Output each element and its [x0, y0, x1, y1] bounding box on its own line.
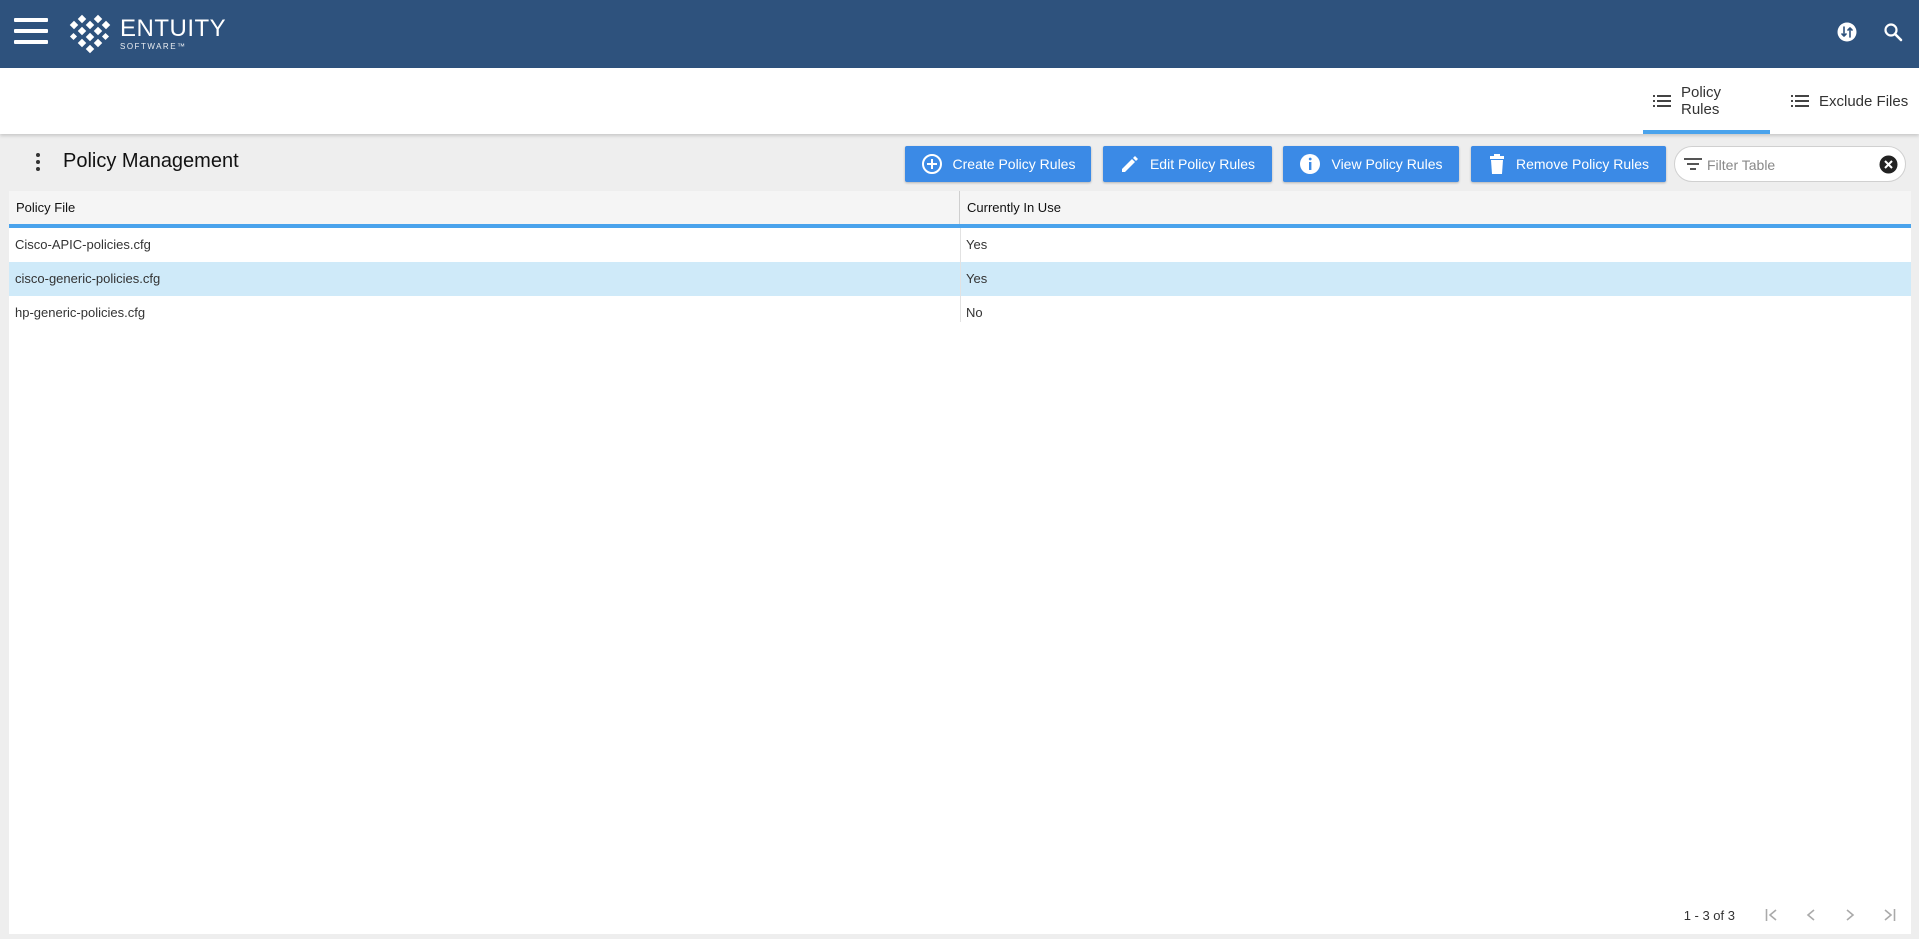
logo-brand-text: ENTUITY: [120, 15, 227, 42]
tab-exclude-files-label: Exclude Files: [1819, 92, 1909, 110]
info-icon: [1299, 153, 1321, 175]
remove-policy-rules-button[interactable]: Remove Policy Rules: [1471, 146, 1666, 182]
policy-table: Policy File Currently In Use Cisco-APIC-…: [9, 191, 1911, 934]
logo-subtext: SOFTWARE™: [120, 42, 187, 51]
list-icon: [1791, 94, 1809, 108]
view-policy-rules-label: View Policy Rules: [1331, 156, 1443, 172]
column-header-currently-in-use[interactable]: Currently In Use: [960, 191, 1867, 224]
tab-bar: Policy Rules Exclude Files: [0, 68, 1919, 134]
clear-filter-icon[interactable]: [1879, 155, 1898, 174]
pagination: 1 - 3 of 3: [1684, 905, 1901, 925]
page-title: Policy Management: [63, 150, 239, 172]
column-header-policy-file[interactable]: Policy File: [9, 191, 960, 224]
list-icon: [1653, 94, 1671, 108]
add-circle-icon: [921, 153, 943, 175]
app-header: ENTUITY SOFTWARE™: [0, 0, 1919, 68]
pencil-icon: [1120, 154, 1140, 174]
trash-icon: [1488, 153, 1506, 175]
tab-exclude-files[interactable]: Exclude Files: [1781, 68, 1919, 134]
pagination-range: 1 - 3 of 3: [1683, 907, 1735, 923]
next-page-icon[interactable]: [1838, 905, 1862, 925]
in-use-cell: No: [966, 305, 983, 320]
first-page-icon[interactable]: [1760, 905, 1784, 925]
sync-icon[interactable]: [1835, 20, 1859, 44]
tab-policy-rules[interactable]: Policy Rules: [1643, 68, 1770, 134]
menu-icon[interactable]: [14, 18, 48, 48]
edit-policy-rules-button[interactable]: Edit Policy Rules: [1103, 146, 1272, 182]
column-divider: [960, 228, 961, 322]
tab-policy-rules-label: Policy Rules: [1681, 84, 1722, 118]
filter-icon: [1684, 156, 1702, 177]
table-header: Policy File Currently In Use: [9, 191, 1911, 228]
create-policy-rules-label: Create Policy Rules: [952, 156, 1076, 172]
remove-policy-rules-label: Remove Policy Rules: [1515, 156, 1650, 172]
filter-box: [1674, 146, 1906, 182]
in-use-cell: Yes: [966, 271, 988, 286]
entuity-logo[interactable]: ENTUITY SOFTWARE™: [68, 14, 226, 54]
policy-file-cell: Cisco-APIC-policies.cfg: [15, 237, 151, 252]
edit-policy-rules-label: Edit Policy Rules: [1149, 156, 1256, 172]
policy-file-cell: hp-generic-policies.cfg: [15, 305, 146, 320]
in-use-cell: Yes: [966, 237, 988, 252]
filter-table-input[interactable]: [1705, 153, 1869, 177]
create-policy-rules-button[interactable]: Create Policy Rules: [905, 146, 1091, 182]
entuity-logo-mark: [69, 14, 111, 54]
previous-page-icon[interactable]: [1799, 905, 1823, 925]
last-page-icon[interactable]: [1877, 905, 1901, 925]
view-policy-rules-button[interactable]: View Policy Rules: [1283, 146, 1459, 182]
policy-file-cell: cisco-generic-policies.cfg: [15, 271, 161, 286]
more-options-icon[interactable]: [30, 148, 46, 176]
search-icon[interactable]: [1881, 20, 1905, 44]
panel-toolbar: Policy Management Create Policy Rules Ed…: [0, 134, 1919, 191]
